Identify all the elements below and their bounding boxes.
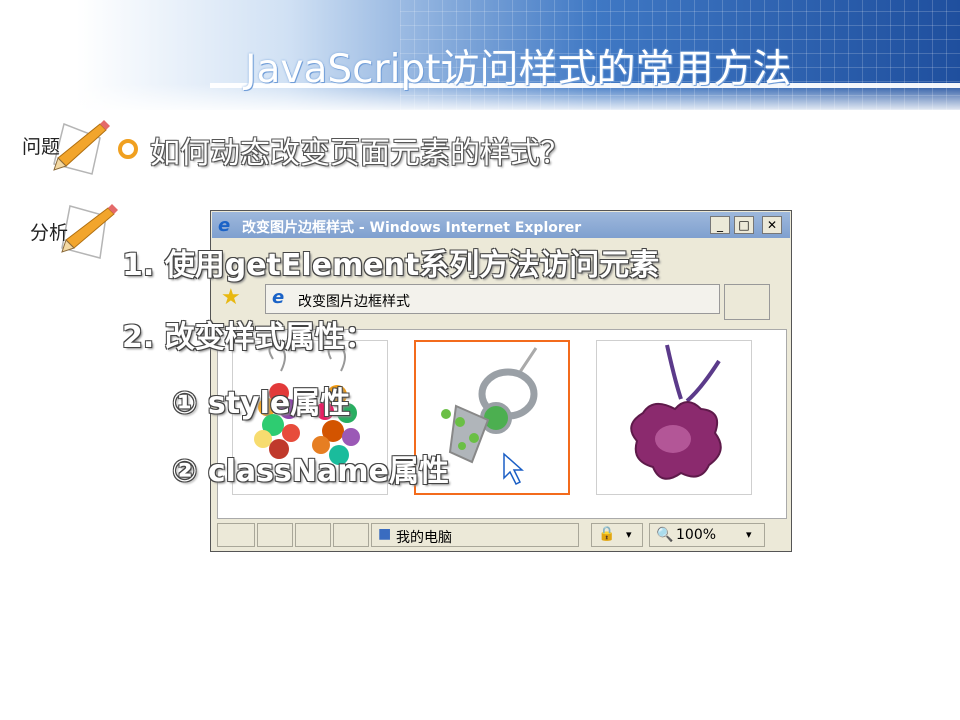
- ie-logo-icon: e: [218, 215, 231, 236]
- status-cell: [333, 523, 369, 547]
- point-2: 2. 改变样式属性：: [122, 320, 375, 355]
- zoom-dropdown-icon: ▾: [746, 528, 752, 541]
- point-2b: ② className属性: [172, 454, 449, 489]
- computer-icon: ■: [378, 526, 392, 542]
- tab-title: 改变图片边框样式: [298, 294, 410, 310]
- zoom-level: 100%: [676, 527, 717, 543]
- slide-title: JavaScript访问样式的常用方法: [245, 47, 792, 92]
- status-cell: [217, 523, 255, 547]
- tab-ie-icon: e: [272, 287, 285, 308]
- maximize-button[interactable]: □: [734, 216, 754, 234]
- point-2a: ① style属性: [172, 386, 351, 421]
- status-zone-text: 我的电脑: [396, 530, 452, 546]
- new-tab-button[interactable]: [724, 284, 770, 320]
- bullet-ring-icon: [118, 139, 138, 159]
- zoom-cell[interactable]: 🔍 100% ▾: [649, 523, 765, 547]
- title-banner: JavaScript访问样式的常用方法: [0, 0, 960, 110]
- question-label: 问题: [22, 136, 61, 158]
- flower-pendant-image[interactable]: [596, 340, 752, 495]
- ie-status-bar: ■ 我的电脑 🔒 ▾ 🔍 100% ▾: [217, 521, 787, 549]
- security-dropdown-icon: ▾: [626, 528, 632, 541]
- security-cell[interactable]: 🔒 ▾: [591, 523, 643, 547]
- ie-tab[interactable]: e 改变图片边框样式: [265, 284, 720, 314]
- analysis-label: 分析: [30, 222, 69, 244]
- question-text: 如何动态改变页面元素的样式？: [150, 136, 570, 171]
- point-1: 1. 使用getElement系列方法访问元素: [122, 248, 660, 283]
- ie-content-area: [217, 329, 787, 519]
- minimize-button[interactable]: _: [710, 216, 730, 234]
- close-button[interactable]: ✕: [762, 216, 782, 234]
- status-zone-cell: ■ 我的电脑: [371, 523, 579, 547]
- question-pencil-icon: 问题: [18, 118, 114, 178]
- favorites-star-icon[interactable]: ★: [221, 285, 241, 310]
- ie-window-title: 改变图片边框样式 - Windows Internet Explorer: [242, 220, 582, 236]
- magnifier-icon: 🔍: [656, 527, 674, 543]
- analysis-pencil-icon: 分析: [28, 198, 124, 262]
- status-cell: [295, 523, 331, 547]
- ie-titlebar: e 改变图片边框样式 - Windows Internet Explorer _…: [212, 212, 790, 238]
- status-cell: [257, 523, 293, 547]
- lock-icon: 🔒: [598, 526, 616, 542]
